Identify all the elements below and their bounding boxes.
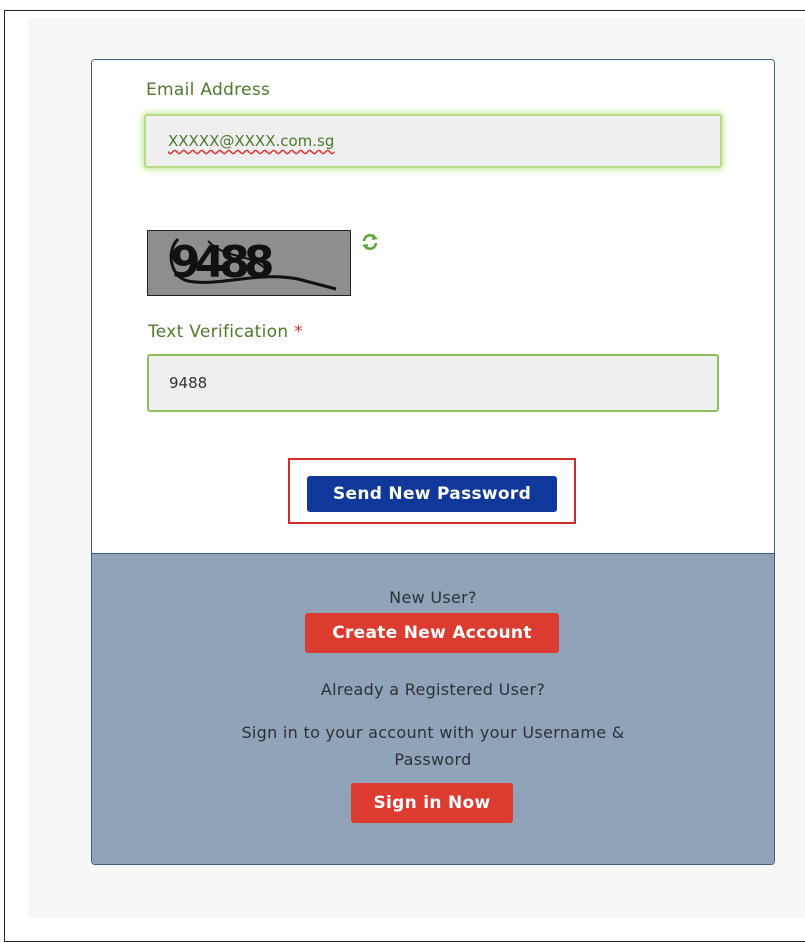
verification-label: Text Verification *: [148, 322, 303, 342]
form-section: Email Address XXXXX@XXXX.com.sg 9488 Tex…: [92, 60, 774, 553]
sign-in-prompt-line1: Sign in to your account with your Userna…: [241, 723, 625, 742]
captcha-image: 9488: [147, 230, 351, 296]
captcha-noise: [169, 237, 337, 291]
sign-in-now-button[interactable]: Sign in Now: [351, 783, 513, 823]
sign-in-prompt-line2: Password: [394, 750, 472, 769]
email-label: Email Address: [146, 80, 271, 100]
required-marker: *: [294, 322, 303, 342]
send-new-password-button[interactable]: Send New Password: [307, 476, 557, 512]
account-options-section: New User? Create New Account Already a R…: [92, 553, 774, 864]
email-field-value: XXXXX@XXXX.com.sg: [168, 132, 335, 150]
verification-label-text: Text Verification: [148, 322, 289, 342]
refresh-icon[interactable]: [360, 232, 380, 252]
create-new-account-button[interactable]: Create New Account: [305, 613, 559, 653]
verification-field[interactable]: 9488: [147, 354, 719, 412]
forgot-password-card: Email Address XXXXX@XXXX.com.sg 9488 Tex…: [91, 59, 775, 865]
email-field[interactable]: XXXXX@XXXX.com.sg: [144, 114, 722, 168]
new-user-text: New User?: [389, 588, 477, 607]
verification-field-value: 9488: [169, 374, 208, 392]
registered-user-text: Already a Registered User?: [320, 680, 546, 699]
